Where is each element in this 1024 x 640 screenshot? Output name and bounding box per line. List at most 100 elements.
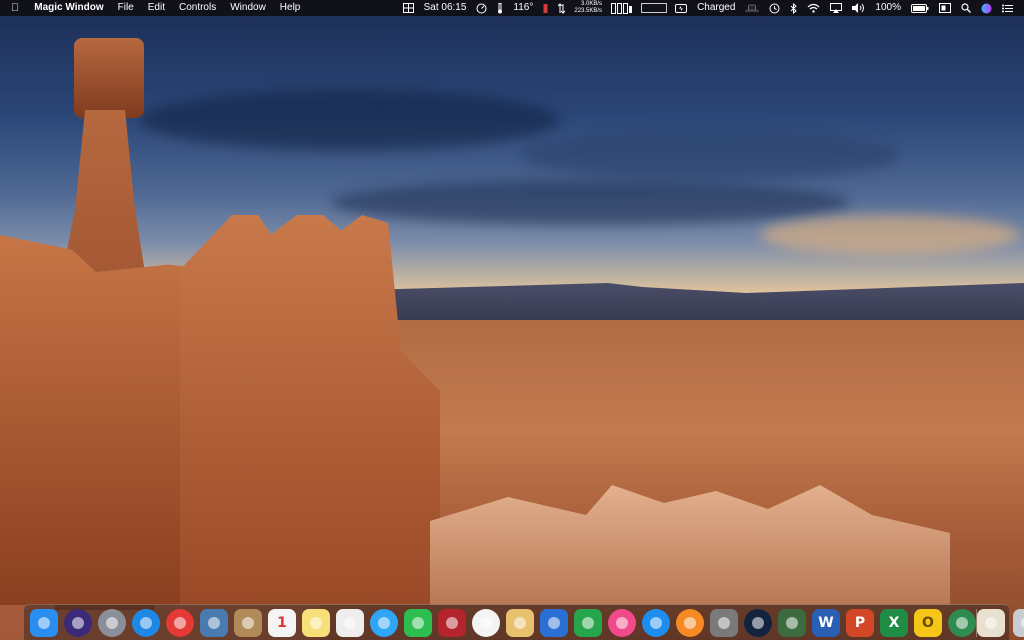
window-grid-icon[interactable] [398, 3, 419, 13]
menu-app-name[interactable]: Magic Window [27, 0, 110, 16]
dock-icon-emblem [514, 616, 526, 629]
finder-icon[interactable] [30, 608, 58, 637]
pen-paper-icon[interactable] [506, 608, 534, 637]
word-icon[interactable]: W [812, 608, 840, 637]
notes-icon[interactable] [302, 608, 330, 637]
document-stack-icon[interactable] [977, 608, 1005, 637]
menu-clock[interactable]: Sat 06:15 [419, 0, 472, 16]
reminders-icon[interactable] [336, 608, 364, 637]
dock-icon-emblem [310, 616, 322, 629]
dock-icon-emblem [786, 616, 798, 629]
dock-icon-emblem [140, 616, 152, 629]
powerpoint-icon[interactable]: P [846, 608, 874, 637]
dock: 1 W P X O [24, 604, 1024, 640]
spotlight-search-icon[interactable] [956, 3, 976, 13]
sky-cloud [520, 130, 900, 180]
dock-icon-emblem [650, 616, 662, 629]
flower-icon[interactable] [472, 608, 500, 637]
memory-meter-icon[interactable] [606, 2, 638, 14]
sky-cloud [140, 90, 560, 150]
calendar-icon[interactable]: 1 [268, 608, 296, 637]
network-arrows-icon [553, 2, 570, 14]
book-icon[interactable] [676, 608, 704, 637]
menu-controls[interactable]: Controls [172, 0, 223, 16]
hat-icon[interactable] [740, 4, 764, 13]
screen-capture-icon[interactable] [934, 3, 956, 13]
photo-icon[interactable] [200, 608, 228, 637]
dock-icon-emblem [684, 616, 696, 629]
battery-charged-icon [670, 3, 692, 13]
sky-cloud [330, 180, 850, 225]
dock-icon-emblem [242, 616, 254, 629]
dock-icon-glyph: O [922, 614, 934, 631]
menu-window[interactable]: Window [223, 0, 273, 16]
rocket-icon[interactable] [98, 608, 126, 637]
dock-icon-emblem [480, 616, 492, 629]
speedometer-icon[interactable] [744, 608, 772, 637]
trash-icon[interactable] [1013, 608, 1024, 637]
dock-icon-emblem [718, 616, 730, 629]
contacts-book-icon[interactable] [234, 608, 262, 637]
menu-file[interactable]: File [111, 0, 141, 16]
bluetooth-icon[interactable] [785, 2, 802, 14]
thermometer-icon [492, 2, 508, 14]
thors-hammer-hoodoo [74, 38, 144, 118]
dock-icon-glyph: P [854, 614, 866, 631]
dock-icon-emblem [985, 616, 997, 629]
dock-icon-emblem [344, 616, 356, 629]
dock-icon-emblem [446, 616, 458, 629]
excel-icon[interactable]: X [880, 608, 908, 637]
menu-help[interactable]: Help [273, 0, 308, 16]
distant-ridge [330, 283, 1024, 323]
dock-icon-glyph: X [888, 614, 900, 631]
siri-icon[interactable] [64, 608, 92, 637]
gear-icon[interactable] [710, 608, 738, 637]
apple-logo-icon[interactable]:  [0, 0, 27, 16]
red-battery-icon[interactable] [538, 3, 553, 14]
gauge-icon[interactable] [471, 3, 492, 14]
video-camera-icon[interactable] [404, 608, 432, 637]
photo-booth-icon[interactable] [438, 608, 466, 637]
presentation-icon[interactable] [540, 608, 568, 637]
cpu-graph-icon[interactable] [641, 3, 668, 13]
dock-icon-emblem [174, 616, 186, 629]
dock-icon-emblem [208, 616, 220, 629]
desktop-wallpaper [0, 0, 1024, 640]
network-speed[interactable]: 3.0KB/s 223.5KB/s [570, 1, 606, 15]
outlook-icon[interactable]: O [914, 608, 942, 637]
net-down-speed: 223.5KB/s [574, 8, 603, 14]
dock-icon-emblem [752, 616, 764, 629]
dock-icon-emblem [548, 616, 560, 629]
dock-icon-emblem [956, 616, 968, 629]
airplay-icon[interactable] [825, 3, 847, 13]
siri-icon[interactable] [976, 3, 997, 14]
sky-glow [760, 215, 1020, 255]
globe-download-icon[interactable] [948, 608, 976, 637]
dock-icon-glyph: W [818, 614, 834, 631]
temperature-readout[interactable]: 116° [508, 0, 538, 16]
net-up-speed: 3.0KB/s [581, 1, 603, 7]
landscape-window-icon[interactable] [778, 608, 806, 637]
dock-icon-emblem [38, 616, 50, 629]
dock-icon-glyph: 1 [277, 614, 287, 631]
app-store-icon[interactable] [642, 608, 670, 637]
speech-bubble-icon[interactable] [370, 608, 398, 637]
hoodoo-cluster [180, 215, 440, 605]
bar-chart-icon[interactable] [574, 608, 602, 637]
dock-icon-emblem [378, 616, 390, 629]
battery-status-label[interactable]: Charged [692, 0, 740, 16]
dock-icon-emblem [412, 616, 424, 629]
chrome-icon[interactable] [166, 608, 194, 637]
menu-edit[interactable]: Edit [141, 0, 172, 16]
battery-icon[interactable] [906, 3, 934, 13]
menu-bar:  Magic Window File Edit Controls Window… [0, 0, 1024, 16]
battery-percent[interactable]: 100% [870, 0, 906, 16]
dock-icon-emblem [106, 616, 118, 629]
wifi-icon[interactable] [802, 3, 825, 13]
notification-center-icon[interactable] [997, 4, 1018, 13]
volume-icon[interactable] [847, 3, 870, 13]
dock-apps: 1 W P X O [30, 608, 976, 637]
music-note-icon[interactable] [608, 608, 636, 637]
time-machine-icon[interactable] [764, 3, 785, 14]
compass-icon[interactable] [132, 608, 160, 637]
